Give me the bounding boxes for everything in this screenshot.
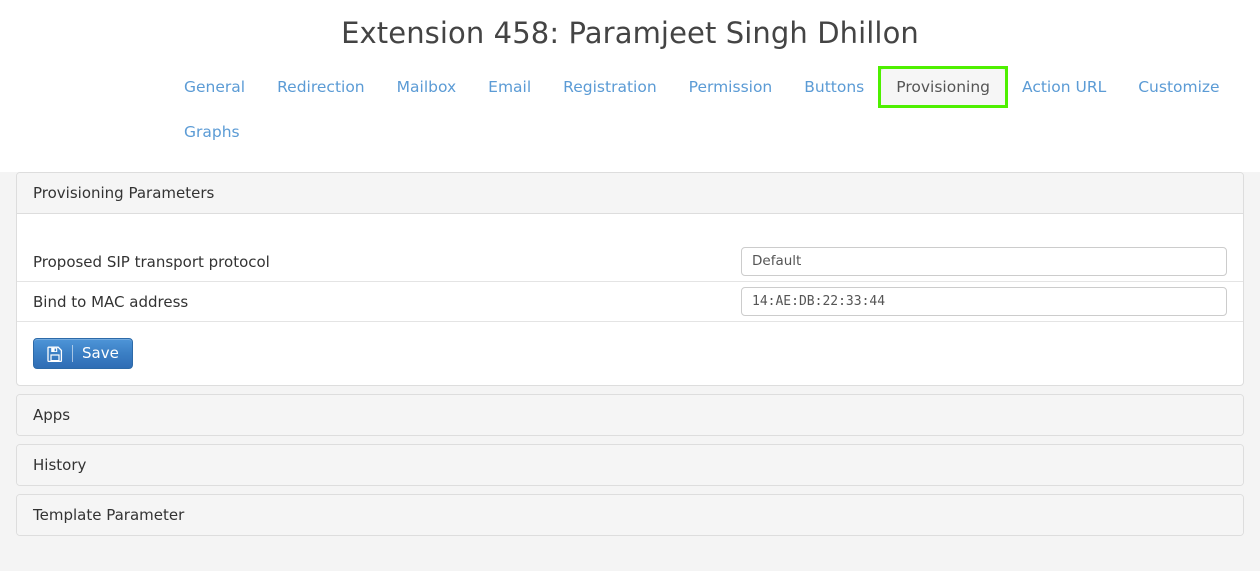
- label-bind-mac-address: Bind to MAC address: [33, 292, 189, 311]
- save-button[interactable]: Save: [33, 338, 133, 369]
- history-panel-heading[interactable]: History: [17, 445, 1243, 485]
- page-header: Extension 458: Paramjeet Singh Dhillon G…: [0, 0, 1260, 172]
- floppy-disk-save-icon: [47, 346, 63, 362]
- tab-email-link[interactable]: Email: [472, 68, 547, 106]
- apps-panel-heading[interactable]: Apps: [17, 395, 1243, 435]
- page-title: Extension 458: Paramjeet Singh Dhillon: [341, 16, 919, 50]
- field-row-sip-transport-protocol: Proposed SIP transport protocol Default: [17, 242, 1243, 282]
- provisioning-parameters-panel: Provisioning Parameters Proposed SIP tra…: [16, 172, 1244, 386]
- extension-tab-nav: General Redirection Mailbox Email Regist…: [0, 66, 1260, 108]
- tab-email[interactable]: Email: [472, 68, 547, 106]
- control-wrap-sip-transport-protocol: Default: [741, 242, 1227, 281]
- tab-customize-link[interactable]: Customize: [1122, 68, 1235, 106]
- save-button-label: Save: [82, 344, 119, 362]
- panel-top-spacer: [17, 214, 1243, 242]
- tab-buttons[interactable]: Buttons: [788, 68, 880, 106]
- provisioning-panel-heading[interactable]: Provisioning Parameters: [17, 173, 1243, 214]
- field-row-bind-mac-address: Bind to MAC address: [17, 282, 1243, 322]
- tab-action-url-link[interactable]: Action URL: [1006, 68, 1122, 106]
- tab-provisioning-link[interactable]: Provisioning: [880, 68, 1006, 106]
- history-panel[interactable]: History: [16, 444, 1244, 486]
- save-button-separator: [72, 345, 73, 362]
- tab-buttons-link[interactable]: Buttons: [788, 68, 880, 106]
- tab-general[interactable]: General: [168, 68, 261, 106]
- template-parameter-panel[interactable]: Template Parameter: [16, 494, 1244, 536]
- apps-panel[interactable]: Apps: [16, 394, 1244, 436]
- template-parameter-panel-heading[interactable]: Template Parameter: [17, 495, 1243, 535]
- label-sip-transport-protocol: Proposed SIP transport protocol: [33, 252, 270, 271]
- control-wrap-bind-mac-address: [741, 282, 1227, 321]
- provisioning-panel-body: Proposed SIP transport protocol Default …: [17, 214, 1243, 385]
- save-button-area: Save: [17, 322, 1243, 385]
- tab-permission-link[interactable]: Permission: [673, 68, 789, 106]
- tab-registration-link[interactable]: Registration: [547, 68, 672, 106]
- tab-mailbox[interactable]: Mailbox: [381, 68, 473, 106]
- extension-tab-nav-row2: Graphs: [0, 106, 1260, 151]
- tab-mailbox-link[interactable]: Mailbox: [381, 68, 473, 106]
- tab-customize[interactable]: Customize: [1122, 68, 1235, 106]
- input-bind-mac-address[interactable]: [741, 287, 1227, 316]
- tab-provisioning[interactable]: Provisioning: [878, 66, 1008, 108]
- tab-registration[interactable]: Registration: [547, 68, 672, 106]
- select-sip-transport-protocol[interactable]: Default: [741, 247, 1227, 276]
- tab-general-link[interactable]: General: [168, 68, 261, 106]
- tab-permission[interactable]: Permission: [673, 68, 789, 106]
- tab-graphs[interactable]: Graphs: [168, 113, 256, 151]
- tab-action-url[interactable]: Action URL: [1006, 68, 1122, 106]
- main-content: Provisioning Parameters Proposed SIP tra…: [0, 172, 1260, 536]
- tab-graphs-link[interactable]: Graphs: [168, 113, 256, 151]
- tab-redirection[interactable]: Redirection: [261, 68, 381, 106]
- tab-redirection-link[interactable]: Redirection: [261, 68, 381, 106]
